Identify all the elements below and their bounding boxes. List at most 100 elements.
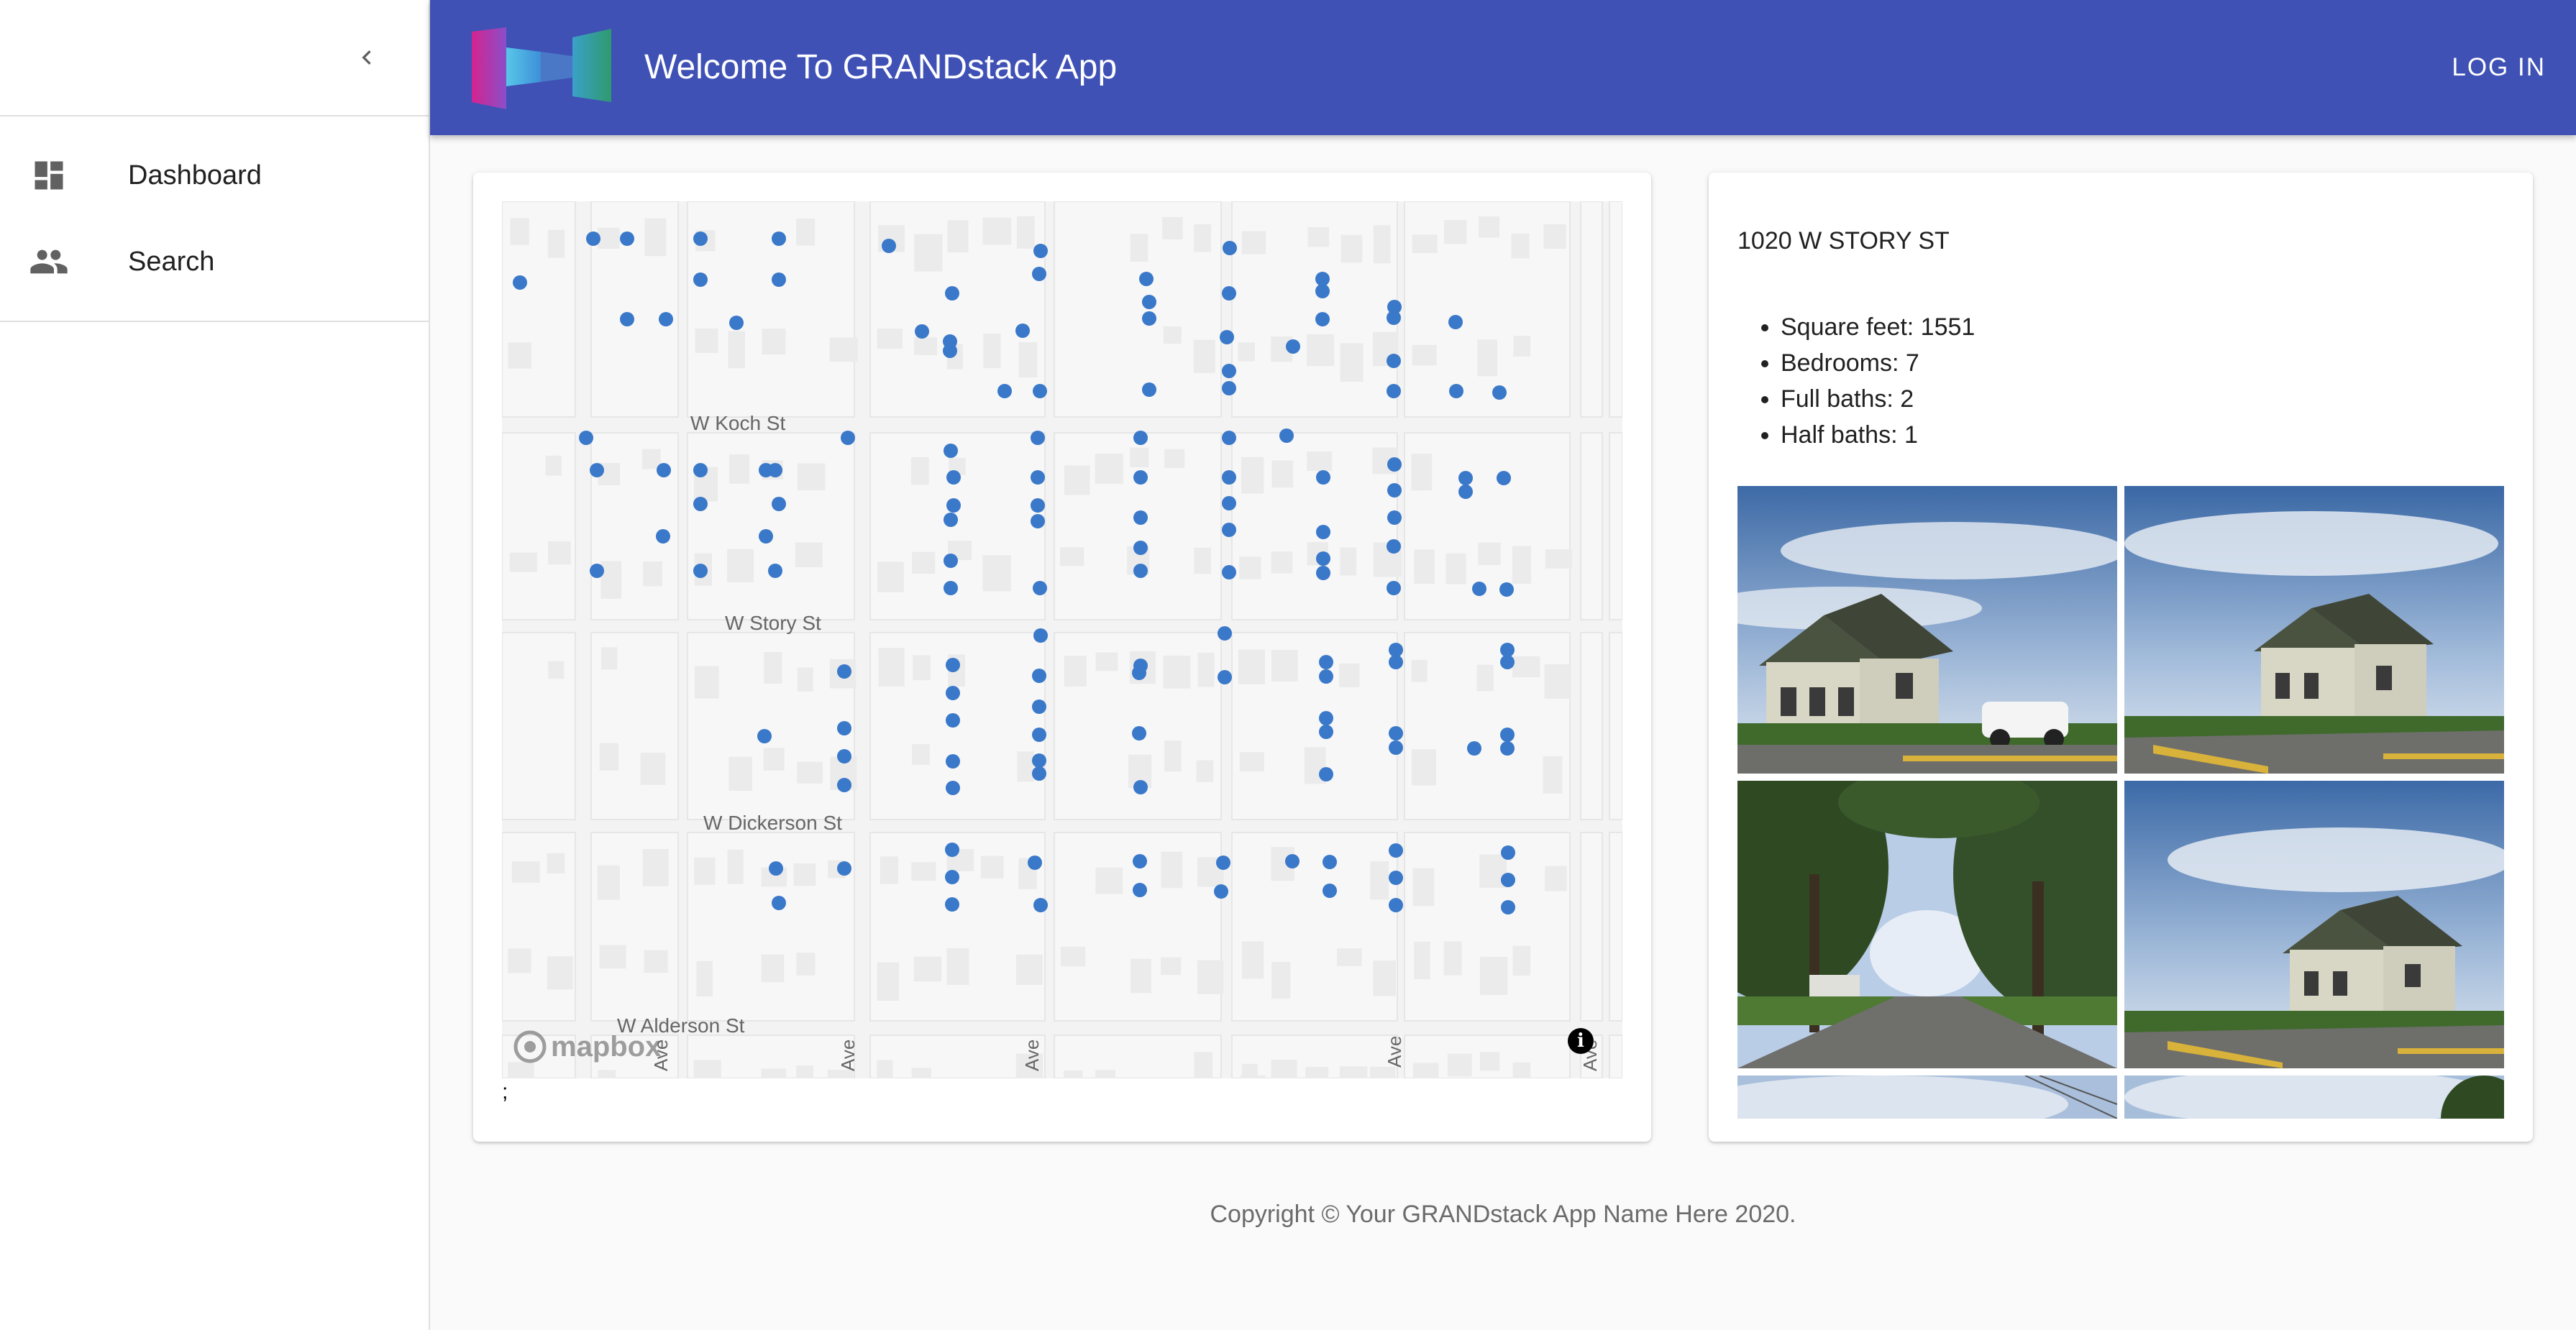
property-photo[interactable] [2124,781,2504,1068]
property-marker[interactable] [1387,539,1401,554]
property-marker[interactable] [1218,670,1232,684]
property-marker[interactable] [837,721,851,735]
property-marker[interactable] [513,275,527,290]
property-marker[interactable] [768,463,782,477]
property-marker[interactable] [1500,655,1515,669]
property-marker[interactable] [944,444,958,458]
property-marker[interactable] [769,861,783,876]
property-marker[interactable] [1389,740,1403,755]
property-marker[interactable] [772,896,786,910]
property-marker[interactable] [693,272,708,287]
property-marker[interactable] [946,498,961,513]
property-marker[interactable] [1323,855,1337,869]
property-marker[interactable] [946,686,960,700]
property-marker[interactable] [1032,700,1046,714]
property-marker[interactable] [1222,286,1236,301]
property-marker[interactable] [1492,385,1507,400]
property-marker[interactable] [1133,780,1148,794]
property-marker[interactable] [1500,741,1515,756]
property-marker[interactable] [1220,330,1234,344]
property-marker[interactable] [1389,871,1403,885]
property-marker[interactable] [837,778,851,792]
property-marker[interactable] [1316,551,1330,566]
property-marker[interactable] [1028,856,1042,870]
property-marker[interactable] [1032,669,1046,683]
property-marker[interactable] [1222,496,1236,510]
property-marker[interactable] [1133,854,1147,868]
property-marker[interactable] [946,713,960,728]
property-marker[interactable] [1319,655,1333,669]
property-marker[interactable] [1472,582,1486,596]
property-marker[interactable] [1218,626,1232,641]
property-marker[interactable] [946,470,961,485]
property-marker[interactable] [1133,564,1148,578]
property-photo[interactable] [2124,1076,2504,1119]
property-marker[interactable] [1033,898,1048,912]
property-marker[interactable] [997,384,1012,398]
property-marker[interactable] [1214,884,1228,899]
property-marker[interactable] [657,463,671,477]
property-marker[interactable] [693,564,708,578]
property-marker[interactable] [1132,726,1146,740]
property-marker[interactable] [1458,485,1473,499]
property-marker[interactable] [1467,741,1481,756]
property-marker[interactable] [1033,244,1048,258]
property-marker[interactable] [1031,431,1045,445]
property-marker[interactable] [1222,565,1236,579]
property-marker[interactable] [693,497,708,511]
property-marker[interactable] [1286,339,1300,354]
property-marker[interactable] [1222,381,1236,395]
property-marker[interactable] [1316,525,1330,539]
property-marker[interactable] [1315,284,1330,298]
property-marker[interactable] [1389,843,1403,858]
property-marker[interactable] [757,729,772,743]
sidebar-item-search[interactable]: Search [0,219,429,305]
property-marker[interactable] [1142,382,1156,397]
property-marker[interactable] [693,463,708,477]
property-marker[interactable] [1500,728,1515,742]
property-marker[interactable] [1032,766,1046,781]
property-marker[interactable] [590,564,604,578]
map-canvas[interactable]: W Koch StW Story StW Dickerson StW Alder… [502,201,1622,1078]
property-photo[interactable] [1737,781,2117,1068]
property-marker[interactable] [1499,582,1514,597]
property-marker[interactable] [945,843,959,857]
property-marker[interactable] [1458,471,1473,485]
property-marker[interactable] [837,664,851,679]
property-marker[interactable] [1315,312,1330,326]
property-photo-grid[interactable] [1737,486,2504,1119]
property-marker[interactable] [1133,883,1147,897]
property-marker[interactable] [1223,241,1237,255]
property-marker[interactable] [1389,898,1403,912]
property-marker[interactable] [945,870,959,884]
property-marker[interactable] [1222,431,1236,445]
property-marker[interactable] [1015,324,1030,338]
property-marker[interactable] [1387,384,1401,398]
property-marker[interactable] [1031,470,1045,485]
property-marker[interactable] [944,513,958,527]
property-marker[interactable] [1316,470,1330,485]
property-marker[interactable] [1032,753,1046,768]
property-marker[interactable] [759,529,773,544]
property-marker[interactable] [944,554,958,568]
property-marker[interactable] [659,312,673,326]
property-marker[interactable] [1216,856,1230,870]
property-marker[interactable] [656,529,670,544]
property-marker[interactable] [1222,523,1236,537]
property-marker[interactable] [1132,666,1146,680]
property-marker[interactable] [772,231,786,246]
property-marker[interactable] [946,658,960,672]
info-icon[interactable]: i [1568,1028,1594,1054]
property-marker[interactable] [1501,845,1515,860]
property-marker[interactable] [882,239,896,253]
property-marker[interactable] [1501,873,1515,887]
mapbox-logo[interactable]: mapbox [512,1027,661,1067]
property-marker[interactable] [1319,725,1333,739]
property-marker[interactable] [837,749,851,763]
property-marker[interactable] [1387,581,1401,595]
property-marker[interactable] [1033,628,1048,643]
property-marker[interactable] [837,861,851,876]
property-marker[interactable] [1032,728,1046,742]
property-marker[interactable] [1031,514,1045,528]
property-marker[interactable] [1133,431,1148,445]
